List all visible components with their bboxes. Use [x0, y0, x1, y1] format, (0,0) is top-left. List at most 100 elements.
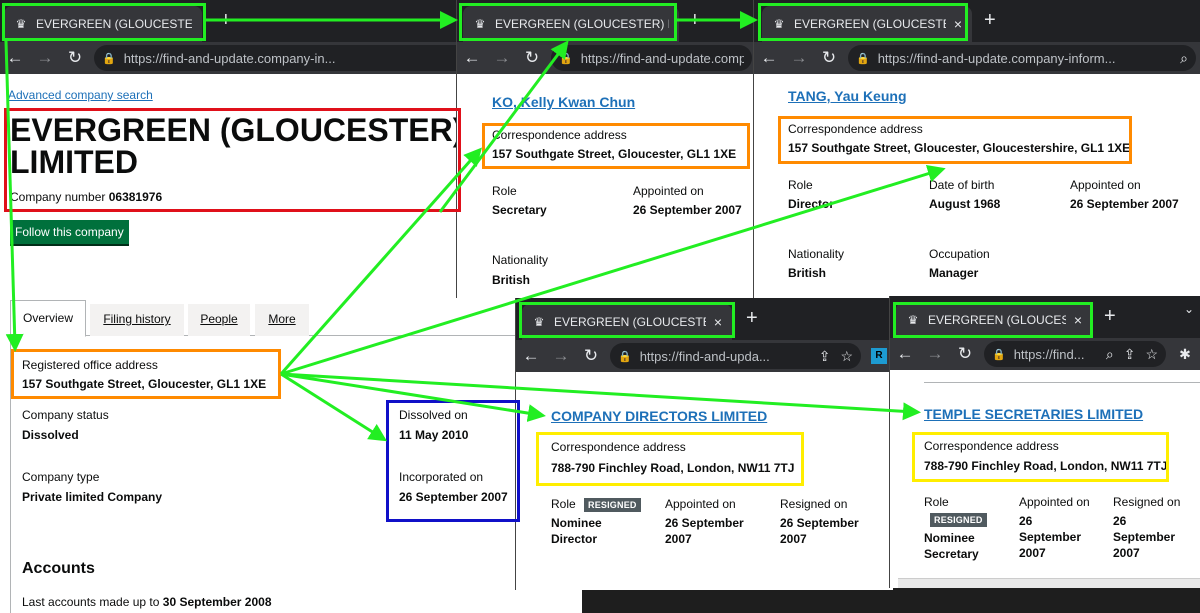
divider: [924, 382, 1200, 383]
browser-tab[interactable]: ♛ EVERGREEN (GLOUCESTER) LIMIT ×: [896, 302, 1092, 338]
nationality: British: [788, 266, 827, 280]
forward-arrow-icon[interactable]: →: [784, 48, 814, 68]
reload-icon[interactable]: ↻: [517, 48, 547, 68]
url-text: https://find-and-upda...: [639, 348, 770, 364]
role: Director: [788, 197, 835, 211]
lock-icon: 🔒: [559, 52, 573, 65]
back-arrow-icon[interactable]: ←: [457, 48, 487, 68]
address-bar[interactable]: 🔒 https://find-and-update.company-inform…: [848, 45, 1196, 71]
forward-arrow-icon[interactable]: →: [30, 48, 60, 68]
back-arrow-icon[interactable]: ←: [0, 48, 30, 68]
browser-tab[interactable]: ♛ EVERGREEN (GLOUCESTER) LIMIT: [4, 6, 202, 42]
url-text: https://find-and-update.compa: [580, 50, 744, 66]
reload-icon[interactable]: ↻: [950, 344, 980, 364]
share-icon[interactable]: ⇪: [819, 348, 831, 365]
date-of-birth: August 1968: [929, 197, 1001, 211]
tab-filing-history[interactable]: Filing history: [90, 304, 184, 336]
back-arrow-icon[interactable]: ←: [890, 344, 920, 364]
appointed-on-line2: September: [1019, 530, 1082, 544]
nationality-label: Nationality: [492, 253, 549, 267]
lock-icon: 🔒: [992, 348, 1006, 361]
horizontal-scrollbar[interactable]: [898, 578, 1200, 588]
correspondence-address-label: Correspondence address: [551, 440, 686, 454]
appointed-on-label: Appointed on: [1019, 495, 1090, 509]
address-bar[interactable]: 🔒 https://find-and-update.compa: [551, 45, 752, 71]
appointed-on-line3: 2007: [1019, 546, 1046, 560]
tab-people[interactable]: People: [188, 304, 250, 336]
search-icon[interactable]: ⌕: [1106, 346, 1114, 363]
new-tab-button[interactable]: +: [689, 10, 701, 30]
correspondence-address: 788-790 Finchley Road, London, NW11 7TJ: [551, 461, 795, 475]
appointed-on: 26 September 2007: [633, 203, 742, 217]
page-tabs: Overview Filing history People More: [10, 300, 582, 337]
browser-tab[interactable]: ♛ EVERGREEN (GLOUCESTER) LIMIT: [463, 6, 679, 42]
back-arrow-icon[interactable]: ←: [516, 346, 546, 366]
registered-office-address: 157 Southgate Street, Gloucester, GL1 1X…: [22, 377, 267, 391]
url-text: https://find-and-update.company-inform..…: [877, 50, 1116, 66]
officer-name-link[interactable]: KO, Kelly Kwan Chun: [492, 94, 635, 110]
tab-title: EVERGREEN (GLOUCESTER) LIMIT: [36, 17, 192, 31]
appointed-on: 26 September 2007: [1070, 197, 1179, 211]
role-line2: Secretary: [924, 547, 979, 561]
officer-window-company-directors: ♛ EVERGREEN (GLOUCESTER) LIMIT × + ← → ↻…: [515, 298, 893, 590]
star-icon[interactable]: ☆: [840, 348, 853, 365]
browser-toolbar: ← → ↻ 🔒 https://find-and-upda... ⇪ ☆ R: [516, 340, 893, 372]
reload-icon[interactable]: ↻: [814, 48, 844, 68]
share-icon[interactable]: ⇪: [1124, 346, 1136, 363]
search-icon[interactable]: ⌕: [1180, 50, 1188, 67]
new-tab-button[interactable]: +: [984, 10, 996, 30]
resigned-on-line1: 26 September: [780, 516, 859, 530]
close-tab-icon[interactable]: ×: [954, 16, 962, 32]
registered-office-label: Registered office address: [22, 358, 158, 372]
forward-arrow-icon[interactable]: →: [546, 346, 576, 366]
tab-more[interactable]: More: [255, 304, 309, 336]
correspondence-address-label: Correspondence address: [924, 439, 1059, 453]
puzzle-icon[interactable]: ✱: [1170, 346, 1200, 363]
browser-tab[interactable]: ♛ EVERGREEN (GLOUCESTER) LIMIT ×: [762, 6, 972, 42]
new-tab-button[interactable]: +: [220, 10, 232, 30]
follow-company-button[interactable]: Follow this company: [10, 220, 129, 244]
page-content: TEMPLE SECRETARIES LIMITED Correspondenc…: [890, 370, 1200, 588]
star-icon[interactable]: ☆: [1145, 346, 1158, 363]
back-arrow-icon[interactable]: ←: [754, 48, 784, 68]
page-content: COMPANY DIRECTORS LIMITED Correspondence…: [516, 372, 893, 590]
reload-icon[interactable]: ↻: [576, 346, 606, 366]
tab-overview[interactable]: Overview: [10, 300, 86, 337]
forward-arrow-icon[interactable]: →: [487, 48, 517, 68]
browser-toolbar: ← → ↻ 🔒 https://find... ⌕ ⇪ ☆ ✱: [890, 338, 1200, 370]
crown-favicon-icon: ♛: [907, 313, 919, 327]
role-label: Role: [492, 184, 517, 198]
nationality: British: [492, 273, 531, 287]
correspondence-address: 157 Southgate Street, Gloucester, GL1 1X…: [492, 147, 737, 161]
resigned-on-line2: September: [1113, 530, 1176, 544]
lock-icon: 🔒: [618, 350, 632, 363]
company-name-line1: EVERGREEN (GLOUCESTER): [10, 112, 464, 148]
last-accounts-label: Last accounts made up to: [22, 595, 160, 609]
new-tab-button[interactable]: +: [746, 308, 758, 328]
resigned-on-label: Resigned on: [780, 497, 848, 511]
reload-icon[interactable]: ↻: [60, 48, 90, 68]
role: Secretary: [492, 203, 547, 217]
new-tab-button[interactable]: +: [1104, 306, 1116, 326]
officer-window-ko: ♛ EVERGREEN (GLOUCESTER) LIMIT + ← → ↻ 🔒…: [456, 0, 756, 298]
forward-arrow-icon[interactable]: →: [920, 344, 950, 364]
advanced-search-link[interactable]: Advanced company search: [8, 88, 153, 102]
address-bar[interactable]: 🔒 https://find-and-upda... ⇪ ☆: [610, 343, 861, 369]
correspondence-address: 157 Southgate Street, Gloucester, Glouce…: [788, 141, 1131, 155]
browser-tab[interactable]: ♛ EVERGREEN (GLOUCESTER) LIMIT ×: [522, 304, 732, 340]
nationality-label: Nationality: [788, 247, 845, 261]
address-bar[interactable]: 🔒 https://find... ⌕ ⇪ ☆: [984, 341, 1166, 367]
company-name-line2: LIMITED: [10, 144, 138, 180]
officer-name-link[interactable]: TEMPLE SECRETARIES LIMITED: [924, 406, 1143, 422]
date-of-birth-label: Date of birth: [929, 178, 995, 192]
officer-name-link[interactable]: TANG, Yau Keung: [788, 88, 907, 104]
crown-favicon-icon: ♛: [533, 315, 545, 329]
correspondence-address: 788-790 Finchley Road, London, NW11 7TJ: [924, 459, 1168, 473]
appointed-on-label: Appointed on: [633, 184, 704, 198]
officer-name-link[interactable]: COMPANY DIRECTORS LIMITED: [551, 408, 767, 424]
close-tab-icon[interactable]: ×: [714, 314, 722, 330]
extension-icon[interactable]: R: [871, 348, 887, 364]
chevron-down-icon[interactable]: ⌄: [1184, 302, 1194, 316]
lock-icon: 🔒: [102, 52, 116, 65]
close-tab-icon[interactable]: ×: [1074, 312, 1082, 328]
